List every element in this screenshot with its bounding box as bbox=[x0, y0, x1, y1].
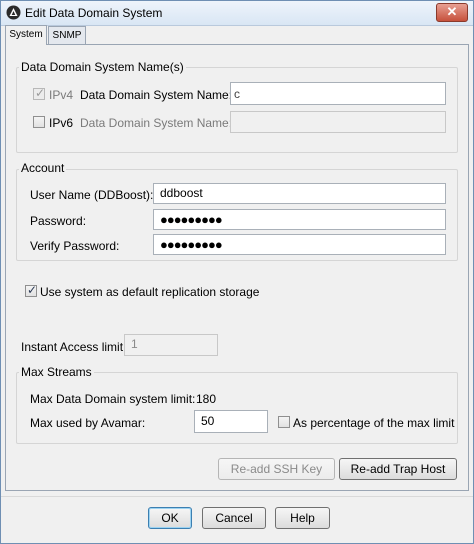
avamar-limit-label: Max used by Avamar: bbox=[30, 416, 146, 430]
max-streams-group bbox=[16, 372, 458, 444]
names-group bbox=[16, 67, 458, 153]
readd-ssh-key-button[interactable]: Re-add SSH Key bbox=[218, 458, 335, 480]
ipv6-name-label: Data Domain System Name: bbox=[80, 116, 233, 130]
instant-access-input[interactable]: 1 bbox=[124, 334, 218, 356]
max-streams-group-title: Max Streams bbox=[19, 365, 94, 379]
tab-snmp[interactable]: SNMP bbox=[48, 26, 86, 45]
username-label: User Name (DDBoost): bbox=[30, 188, 154, 202]
password-label: Password: bbox=[30, 214, 87, 228]
replication-label: Use system as default replication storag… bbox=[40, 285, 260, 299]
readd-trap-host-button[interactable]: Re-add Trap Host bbox=[339, 458, 457, 480]
cancel-button[interactable]: Cancel bbox=[202, 507, 266, 529]
ipv6-name-input[interactable] bbox=[230, 111, 446, 133]
avamar-limit-input[interactable]: 50 bbox=[194, 410, 268, 433]
tab-system[interactable]: System bbox=[5, 25, 47, 45]
percentage-label: As percentage of the max limit bbox=[293, 416, 455, 430]
dd-limit-value: 180 bbox=[196, 392, 217, 406]
ipv4-name-redaction: c bbox=[234, 87, 240, 101]
percentage-checkbox[interactable] bbox=[278, 416, 290, 428]
ipv4-name-label: Data Domain System Name: bbox=[80, 88, 233, 102]
replication-checkbox[interactable]: ✓ bbox=[25, 283, 37, 297]
close-button[interactable]: ✕ bbox=[436, 3, 468, 22]
ipv4-label: IPv4 bbox=[49, 88, 74, 102]
system-tab-panel: Data Domain System Name(s) ✓ IPv4 Data D… bbox=[5, 44, 469, 491]
ipv4-checkbox[interactable]: ✓ bbox=[33, 86, 45, 100]
ipv6-label: IPv6 bbox=[49, 116, 74, 130]
footer-divider bbox=[1, 496, 473, 497]
username-input[interactable]: ddboost bbox=[153, 183, 446, 204]
ipv6-checkbox[interactable] bbox=[33, 116, 45, 128]
verify-password-input[interactable]: ●●●●●●●●● bbox=[153, 234, 446, 255]
dd-limit-label: Max Data Domain system limit: bbox=[30, 392, 196, 406]
password-input[interactable]: ●●●●●●●●● bbox=[153, 209, 446, 230]
app-logo-icon bbox=[6, 5, 21, 20]
ipv4-name-input[interactable] bbox=[230, 82, 446, 105]
verify-password-label: Verify Password: bbox=[30, 239, 120, 253]
names-group-title: Data Domain System Name(s) bbox=[19, 60, 186, 74]
edit-dd-system-dialog: Edit Data Domain System ✕ System SNMP Da… bbox=[0, 0, 474, 544]
window-title: Edit Data Domain System bbox=[25, 6, 163, 20]
title-bar[interactable]: Edit Data Domain System ✕ bbox=[1, 1, 473, 26]
help-button[interactable]: Help bbox=[275, 507, 330, 529]
account-group-title: Account bbox=[19, 161, 67, 175]
instant-access-label: Instant Access limit: bbox=[21, 340, 127, 354]
ok-button[interactable]: OK bbox=[148, 507, 192, 529]
